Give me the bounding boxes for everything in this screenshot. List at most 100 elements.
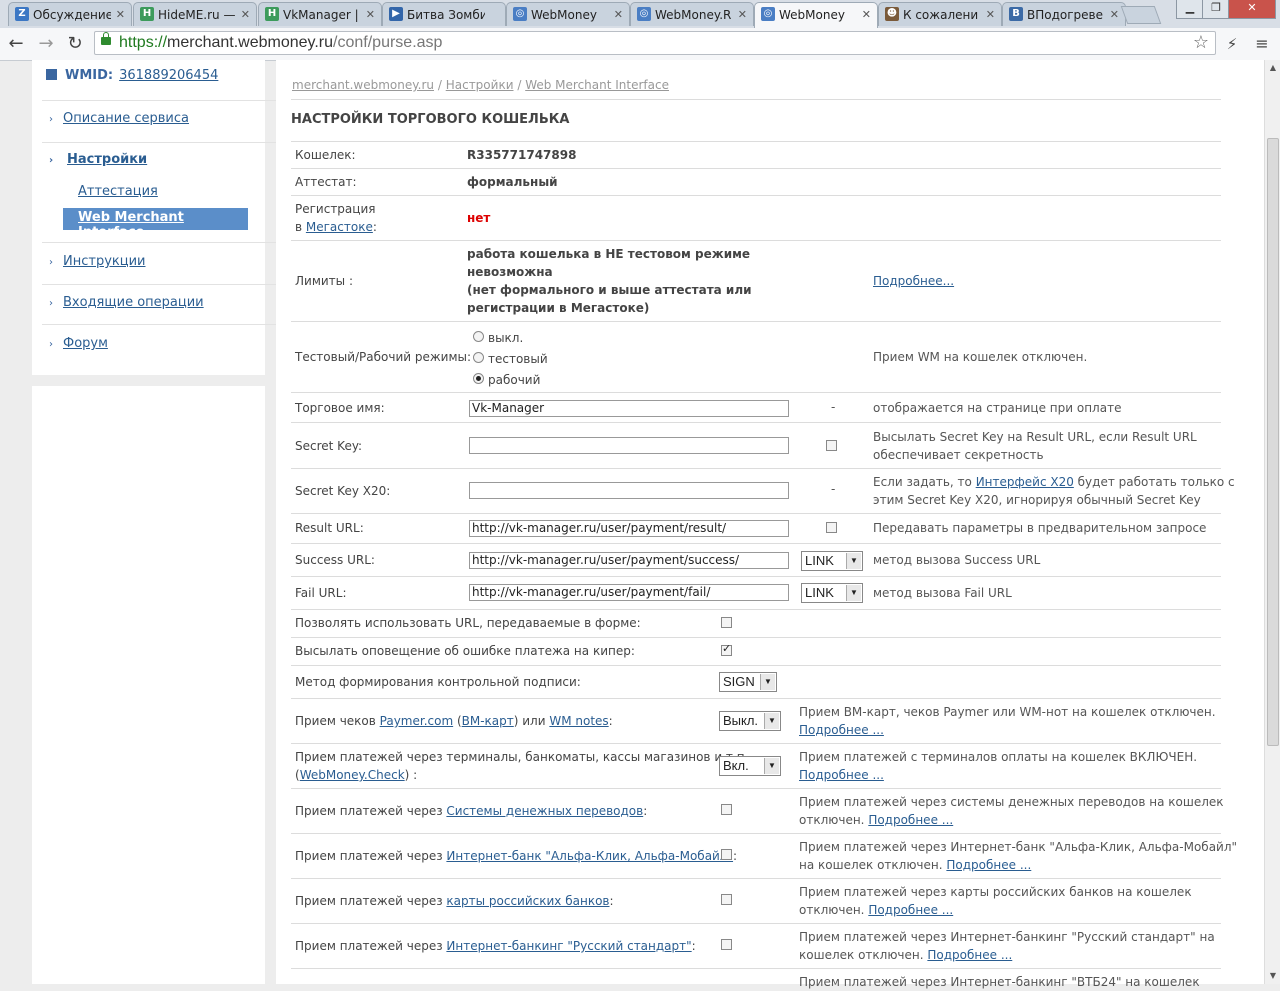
browser-tab[interactable]: B ВПодогреве ✕ — [1002, 2, 1126, 26]
tab-close-icon[interactable]: ✕ — [366, 4, 375, 26]
sidebar-link[interactable]: Настройки — [67, 152, 147, 167]
tab-close-icon[interactable]: ✕ — [614, 4, 623, 26]
browser-tab[interactable]: Z Обсуждение ✕ — [8, 2, 132, 26]
limits-label: Лимиты : — [295, 274, 353, 288]
breadcrumb-link[interactable]: Web Merchant Interface — [525, 78, 669, 92]
mode-option-off: выкл. — [488, 331, 524, 345]
fail-url-input[interactable]: http://vk-manager.ru/user/payment/fail/ — [469, 584, 789, 601]
tab-close-icon[interactable]: ✕ — [738, 4, 747, 26]
alfa-checkbox[interactable] — [721, 849, 732, 860]
tab-favicon-icon: Z — [15, 7, 29, 21]
browser-tab[interactable]: H HideME.ru — ✕ — [133, 2, 257, 26]
sidebar-link[interactable]: Описание сервиса — [63, 111, 189, 126]
menu-icon[interactable]: ≡ — [1250, 32, 1274, 56]
page-scrollbar[interactable]: ▲ ▼ — [1264, 60, 1280, 984]
secret-key-x20-input[interactable] — [469, 482, 789, 499]
cards-checkbox[interactable] — [721, 894, 732, 905]
paymer-link[interactable]: Paymer.com — [380, 714, 454, 728]
new-tab-button[interactable] — [1120, 6, 1162, 24]
checks-more-link[interactable]: Подробнее ... — [799, 723, 884, 737]
breadcrumb-separator: / — [517, 78, 522, 92]
transfer-systems-link[interactable]: Системы денежных переводов — [446, 804, 643, 818]
terminals-select[interactable]: Вкл. ▼ — [719, 756, 781, 776]
sidebar-item-forum[interactable]: › Форум — [49, 336, 108, 351]
sidebar-item-incoming[interactable]: › Входящие операции — [49, 295, 204, 310]
checks-select[interactable]: Выкл. ▼ — [719, 711, 781, 731]
label-text: ) или — [513, 714, 550, 728]
browser-tab[interactable]: ◎ WebMoney.R ✕ — [630, 2, 754, 26]
trade-name-note: отображается на странице при оплате — [873, 401, 1122, 415]
sidebar-link[interactable]: Форум — [63, 336, 108, 351]
vm-cards-link[interactable]: ВМ-карт — [462, 714, 514, 728]
transfers-more-link[interactable]: Подробнее ... — [868, 813, 953, 827]
sidebar-link[interactable]: Входящие операции — [63, 295, 204, 310]
secret-key-checkbox[interactable] — [826, 440, 837, 451]
tab-close-icon[interactable]: ✕ — [862, 4, 871, 26]
reload-icon[interactable]: ↻ — [63, 32, 87, 56]
success-url-input[interactable]: http://vk-manager.ru/user/payment/succes… — [469, 552, 789, 569]
secret-key-input[interactable] — [469, 437, 789, 454]
result-url-checkbox[interactable] — [826, 522, 837, 533]
wmid-link[interactable]: 361889206454 — [119, 68, 218, 83]
address-bar[interactable]: https://merchant.webmoney.ru/conf/purse.… — [94, 31, 1216, 55]
browser-tab[interactable]: ▶ Битва Зомби — [382, 2, 506, 26]
sidebar-sublink[interactable]: Web Merchant Interface — [78, 210, 248, 240]
close-window-icon[interactable]: ✕ — [1228, 0, 1276, 19]
megastock-link[interactable]: Мегастоке — [306, 220, 373, 234]
alfa-more-link[interactable]: Подробнее ... — [946, 858, 1031, 872]
wm-notes-link[interactable]: WM notes — [549, 714, 608, 728]
terminals-more-link[interactable]: Подробнее ... — [799, 768, 884, 782]
bookmark-star-icon[interactable]: ☆ — [1193, 32, 1209, 54]
sidebar-item-instructions[interactable]: › Инструкции — [49, 254, 146, 269]
allow-urls-checkbox[interactable] — [721, 617, 732, 628]
breadcrumb-link[interactable]: Настройки — [446, 78, 514, 92]
back-icon[interactable]: ← — [4, 32, 28, 56]
forward-icon[interactable]: → — [34, 32, 58, 56]
error-notify-checkbox[interactable] — [721, 642, 732, 656]
sidebar-item-description[interactable]: › Описание сервиса — [49, 111, 189, 126]
scrollbar-thumb[interactable] — [1267, 138, 1279, 746]
sidebar-link[interactable]: Инструкции — [63, 254, 146, 269]
tab-close-icon[interactable]: ✕ — [241, 4, 250, 26]
scroll-down-icon[interactable]: ▼ — [1265, 968, 1280, 984]
mode-radio-test[interactable] — [473, 352, 484, 363]
browser-tab[interactable]: ☻ К сожалени ✕ — [878, 2, 1002, 26]
russian-standard-link[interactable]: Интернет-банкинг "Русский стандарт" — [446, 939, 691, 953]
sidebar-subitem-attestation[interactable]: Аттестация — [78, 184, 158, 199]
note-line: Прием платежей через системы денежных пе… — [799, 795, 1224, 809]
breadcrumb-link[interactable]: merchant.webmoney.ru — [292, 78, 434, 92]
cards-more-link[interactable]: Подробнее ... — [868, 903, 953, 917]
rs-checkbox[interactable] — [721, 939, 732, 950]
minimize-icon[interactable]: ▁ — [1176, 0, 1204, 19]
label-text: : — [608, 714, 613, 728]
rs-more-link[interactable]: Подробнее ... — [927, 948, 1012, 962]
limits-more-link[interactable]: Подробнее... — [873, 272, 954, 290]
transfers-checkbox[interactable] — [721, 804, 732, 815]
tab-close-icon[interactable]: ✕ — [116, 4, 125, 26]
mode-radio-work[interactable] — [473, 373, 484, 384]
success-url-method-select[interactable]: LINK ▼ — [801, 551, 863, 571]
interface-x20-link[interactable]: Интерфейс X20 — [976, 475, 1074, 489]
scroll-up-icon[interactable]: ▲ — [1265, 60, 1280, 76]
tab-close-icon[interactable]: ✕ — [986, 4, 995, 26]
russian-cards-link[interactable]: карты российских банков — [446, 894, 609, 908]
browser-tab-active[interactable]: ◎ WebMoney ✕ — [754, 2, 878, 28]
trade-name-input[interactable]: Vk-Manager — [469, 400, 789, 417]
browser-tab[interactable]: H VkManager | ✕ — [258, 2, 382, 26]
sidebar-subitem-wmi-active[interactable]: Web Merchant Interface — [63, 208, 248, 240]
success-url-label: Success URL: — [295, 553, 375, 567]
fail-url-method-select[interactable]: LINK ▼ — [801, 583, 863, 603]
mode-radio-off[interactable] — [473, 331, 484, 342]
restore-icon[interactable]: ❐ — [1202, 0, 1230, 19]
browser-tab[interactable]: ◎ WebMoney ✕ — [506, 2, 630, 26]
result-url-input[interactable]: http://vk-manager.ru/user/payment/result… — [469, 520, 789, 537]
divider — [42, 324, 276, 325]
tab-close-icon[interactable]: ✕ — [1110, 4, 1119, 26]
tab-favicon-icon: B — [1009, 7, 1023, 21]
sidebar-sublink[interactable]: Аттестация — [78, 184, 158, 199]
webmoney-check-link[interactable]: WebMoney.Check — [300, 768, 405, 782]
extension-icon[interactable]: ⚡ — [1220, 32, 1244, 56]
sign-method-select[interactable]: SIGN ▼ — [719, 672, 777, 692]
alfa-bank-link[interactable]: Интернет-банк "Альфа-Клик, Альфа-Мобайл" — [446, 849, 733, 863]
sidebar-item-settings[interactable]: › Настройки — [49, 152, 147, 167]
